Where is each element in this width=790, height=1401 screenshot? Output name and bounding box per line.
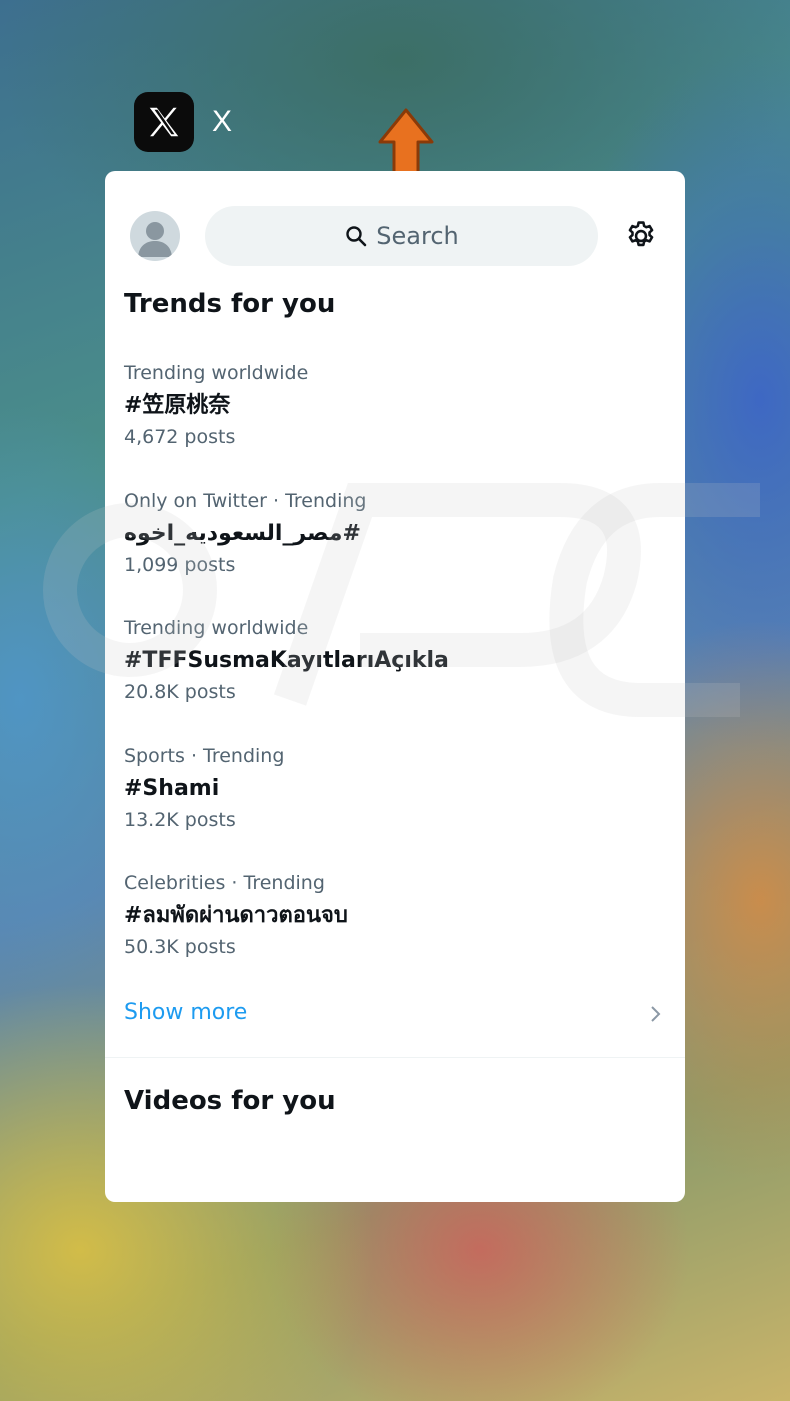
trend-meta: Celebrities · Trending xyxy=(124,872,325,894)
top-bar: Search xyxy=(105,171,685,301)
trend-name: #Shami xyxy=(124,776,220,801)
trend-count: 50.3K posts xyxy=(124,936,236,958)
trend-name: #笠原桃奈 xyxy=(124,393,231,418)
trend-meta: Trending worldwide xyxy=(124,362,309,384)
show-more-link[interactable]: Show more xyxy=(124,1000,247,1025)
trend-item[interactable]: Sports · Trending #Shami 13.2K posts xyxy=(124,744,664,832)
avatar-placeholder-icon xyxy=(138,222,172,257)
trend-meta: Sports · Trending xyxy=(124,745,285,767)
trend-item[interactable]: Only on Twitter · Trending #مصر_السعوديه… xyxy=(124,489,664,577)
avatar[interactable] xyxy=(130,211,180,261)
app-switcher-label: X xyxy=(134,92,232,152)
search-input[interactable]: Search xyxy=(205,206,598,266)
trend-count: 20.8K posts xyxy=(124,681,236,703)
app-name: X xyxy=(212,105,233,138)
trend-meta: Only on Twitter · Trending xyxy=(124,490,367,512)
trend-item[interactable]: Trending worldwide #TFFSusmaKayıtlarıAçı… xyxy=(124,616,664,704)
app-card[interactable]: Search Trends for you Trending worldwide… xyxy=(105,171,685,1202)
search-icon xyxy=(346,226,367,247)
trend-count: 13.2K posts xyxy=(124,809,236,831)
gear-icon[interactable] xyxy=(624,219,658,253)
trends-title: Trends for you xyxy=(124,289,336,319)
trend-item[interactable]: Celebrities · Trending #ลมพัดผ่านดาวตอนจ… xyxy=(124,871,664,959)
chevron-right-icon[interactable] xyxy=(648,1004,662,1024)
x-logo-icon[interactable] xyxy=(134,92,194,152)
trend-meta: Trending worldwide xyxy=(124,617,309,639)
trend-count: 1,099 posts xyxy=(124,554,236,576)
search-placeholder: Search xyxy=(376,222,459,250)
trend-name: #TFFSusmaKayıtlarıAçıkla xyxy=(124,648,449,673)
trend-name: #مصر_السعوديه_اخوه xyxy=(124,521,361,546)
videos-title: Videos for you xyxy=(124,1086,336,1116)
trend-count: 4,672 posts xyxy=(124,426,236,448)
trend-name: #ลมพัดผ่านดาวตอนจบ xyxy=(124,903,348,928)
trend-item[interactable]: Trending worldwide #笠原桃奈 4,672 posts xyxy=(124,361,664,449)
divider xyxy=(105,1057,685,1058)
